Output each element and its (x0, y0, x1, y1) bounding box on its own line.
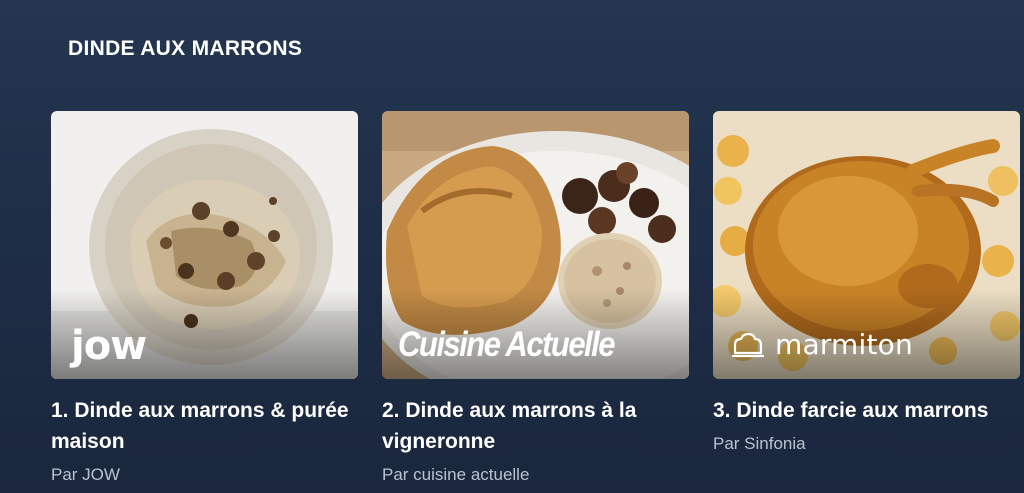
recipe-title-1[interactable]: 1. Dinde aux marrons & purée maison (51, 395, 358, 457)
recipe-card-3[interactable]: marmiton 3. Dinde farcie aux marrons Par… (713, 111, 1020, 454)
recipe-image-2[interactable]: Cuisine Actuelle (382, 111, 689, 379)
recipe-title-3[interactable]: 3. Dinde farcie aux marrons (713, 395, 1020, 426)
recipe-image-3[interactable]: marmiton (713, 111, 1020, 379)
recipe-source-2: Par cuisine actuelle (382, 465, 530, 484)
recipe-card-2[interactable]: Cuisine Actuelle 2. Dinde aux marrons à … (382, 111, 689, 485)
cuisine-actuelle-logo: Cuisine Actuelle (398, 323, 616, 364)
recipe-source-1: Par JOW (51, 465, 120, 484)
recipe-title-2[interactable]: 2. Dinde aux marrons à la vigneronne (382, 395, 689, 457)
marmiton-wordmark: marmiton (775, 328, 913, 361)
marmiton-logo: marmiton (731, 328, 913, 361)
chef-hat-icon (731, 332, 765, 357)
recipe-card-1[interactable]: jow 1. Dinde aux marrons & purée maison … (51, 111, 358, 485)
recipe-source-3: Par Sinfonia (713, 434, 806, 453)
section-title: DINDE AUX MARRONS (68, 37, 303, 60)
recipe-image-1[interactable]: jow (51, 111, 358, 379)
jow-logo: jow (71, 323, 147, 369)
